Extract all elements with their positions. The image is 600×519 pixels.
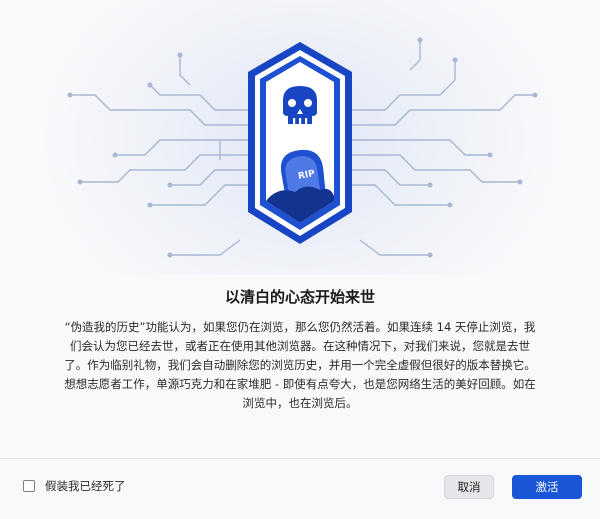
activate-button[interactable]: 激活 [512, 475, 582, 499]
hero-illustration: RIP [0, 0, 600, 275]
skull-icon [283, 86, 317, 124]
pretend-dead-checkbox-row[interactable]: 假装我已经死了 [23, 478, 126, 494]
circuit-shield-illustration: RIP [67, 37, 538, 258]
cancel-button[interactable]: 取消 [444, 475, 494, 499]
pretend-dead-checkbox-label: 假装我已经死了 [45, 479, 126, 493]
dialog-description: “伪造我的历史”功能认为，如果您仍在浏览，那么您仍然活着。如果连续 14 天停止… [64, 320, 536, 410]
dialog-title: 以清白的心态开始来世 [224, 288, 375, 306]
pretend-dead-checkbox[interactable] [23, 480, 35, 492]
dialog: RIP 以清白的心态开始来世 “伪造我的历史”功能认为，如果您仍在浏览，那么您仍… [0, 0, 600, 519]
